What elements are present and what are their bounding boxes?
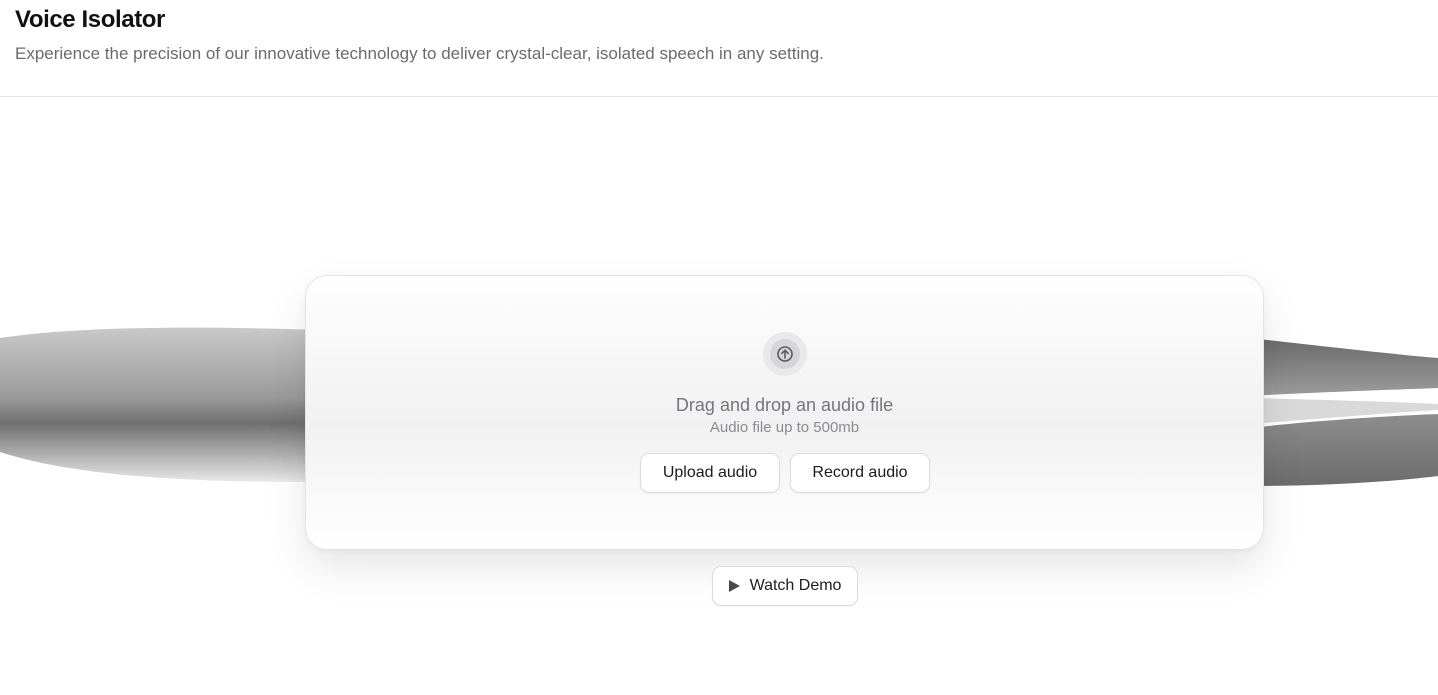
upload-icon-container — [763, 332, 807, 376]
watch-demo-button[interactable]: Watch Demo — [712, 566, 858, 606]
dropzone-title: Drag and drop an audio file — [675, 395, 894, 415]
page-header: Voice Isolator Experience the precision … — [0, 0, 1438, 97]
waveform-left-band — [0, 327, 320, 482]
voice-isolator-page: Voice Isolator Experience the precision … — [0, 0, 1438, 695]
upload-arrow-icon — [770, 339, 800, 369]
record-audio-button[interactable]: Record audio — [790, 453, 930, 493]
waveform-right-band-top — [1250, 338, 1438, 396]
play-icon — [728, 580, 740, 592]
dropzone-hint: Audio file up to 500mb — [709, 419, 860, 436]
page-title: Voice Isolator — [15, 6, 166, 33]
watch-demo-label: Watch Demo — [749, 577, 842, 594]
upload-dropzone[interactable]: Drag and drop an audio file Audio file u… — [305, 275, 1264, 550]
upload-audio-button[interactable]: Upload audio — [640, 453, 780, 493]
page-subtitle: Experience the precision of our innovati… — [15, 44, 824, 63]
waveform-right-band-bottom — [1250, 414, 1438, 486]
